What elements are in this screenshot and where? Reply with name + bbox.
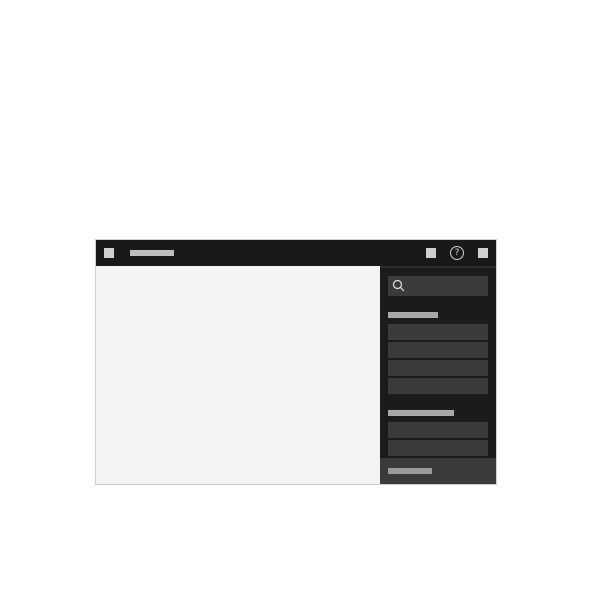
section-heading: [388, 312, 438, 318]
list-item[interactable]: [388, 324, 488, 340]
app-title: [130, 250, 174, 256]
menu-icon[interactable]: [104, 248, 114, 258]
toolbar-square-icon[interactable]: [426, 248, 436, 258]
main-canvas[interactable]: [98, 266, 380, 482]
section-heading: [388, 410, 454, 416]
footer-label: [388, 468, 432, 474]
list-item[interactable]: [388, 342, 488, 358]
toolbar-square-icon-2[interactable]: [478, 248, 488, 258]
search-box[interactable]: [388, 276, 488, 296]
app-window: ?: [96, 240, 496, 484]
list-item[interactable]: [388, 440, 488, 456]
list-item[interactable]: [388, 378, 488, 394]
search-icon: [392, 279, 405, 292]
list-item[interactable]: [388, 360, 488, 376]
panel-footer[interactable]: [380, 458, 496, 484]
top-toolbar: ?: [96, 240, 496, 266]
help-icon[interactable]: ?: [450, 246, 464, 260]
right-side-panel: [380, 266, 496, 484]
list-item[interactable]: [388, 422, 488, 438]
